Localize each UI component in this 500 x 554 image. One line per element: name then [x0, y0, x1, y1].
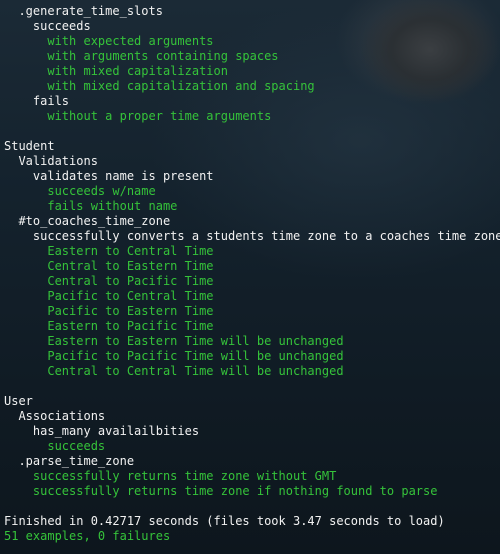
example-group: fails [4, 94, 70, 108]
passing-example: Eastern to Pacific Time [4, 319, 214, 333]
example-group: Student [4, 139, 55, 153]
passing-example: succeeds w/name [4, 184, 156, 198]
example-group: validates name is present [4, 169, 214, 183]
passing-example: Central to Pacific Time [4, 274, 214, 288]
passing-example: Pacific to Eastern Time [4, 304, 214, 318]
passing-example: Eastern to Central Time [4, 244, 214, 258]
passing-example: with mixed capitalization and spacing [4, 79, 315, 93]
passing-example: with expected arguments [4, 34, 214, 48]
passing-example: Central to Central Time will be unchange… [4, 364, 344, 378]
passing-example: succeeds [4, 439, 106, 453]
example-group: User [4, 394, 33, 408]
example-group: #to_coaches_time_zone [4, 214, 171, 228]
example-group: .parse_time_zone [4, 454, 135, 468]
example-group: Associations [4, 409, 106, 423]
example-group: successfully converts a students time zo… [4, 229, 500, 243]
example-group: has_many availailbities [4, 424, 200, 438]
passing-example: successfully returns time zone if nothin… [4, 484, 438, 498]
passing-example: Central to Eastern Time [4, 259, 214, 273]
passing-example: without a proper time arguments [4, 109, 272, 123]
example-group: .generate_time_slots [4, 4, 163, 18]
example-group: Validations [4, 154, 98, 168]
example-group: succeeds [4, 19, 91, 33]
summary-timing: Finished in 0.42717 seconds (files took … [4, 514, 445, 528]
summary-result: 51 examples, 0 failures [4, 529, 171, 543]
passing-example: successfully returns time zone without G… [4, 469, 337, 483]
passing-example: Eastern to Eastern Time will be unchange… [4, 334, 344, 348]
passing-example: Pacific to Central Time [4, 289, 214, 303]
passing-example: with mixed capitalization [4, 64, 228, 78]
passing-example: fails without name [4, 199, 178, 213]
passing-example: Pacific to Pacific Time will be unchange… [4, 349, 344, 363]
passing-example: with arguments containing spaces [4, 49, 279, 63]
terminal-output: .generate_time_slots succeeds with expec… [0, 0, 500, 554]
